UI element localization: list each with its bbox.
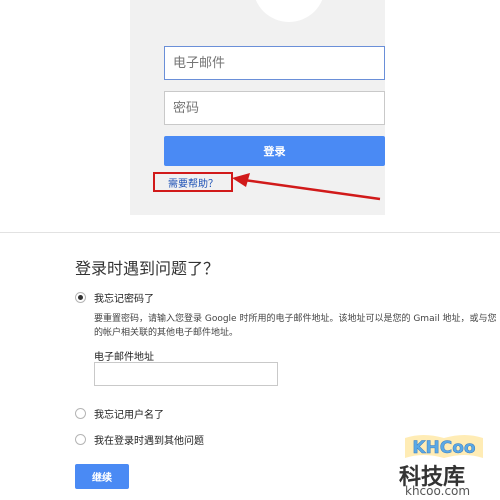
email-field[interactable] xyxy=(164,46,385,80)
red-arrow-icon xyxy=(232,173,381,201)
password-field[interactable] xyxy=(164,91,385,125)
section-divider xyxy=(0,232,500,233)
radio-forgot-username[interactable] xyxy=(75,408,86,419)
instructions-text: 要重置密码，请输入您登录 Google 时所用的电子邮件地址。该地址可以是您的 … xyxy=(94,314,497,338)
recovery-email-input[interactable] xyxy=(94,362,278,386)
khcoo-logo-icon: KHCoo xyxy=(405,435,483,458)
avatar xyxy=(253,0,325,22)
signin-button[interactable]: 登录 xyxy=(164,136,385,166)
option-label-forgot-password: 我忘记密码了 xyxy=(94,294,154,305)
svg-text:KHCoo: KHCoo xyxy=(412,438,475,458)
watermark-site: khcoo.com xyxy=(405,484,471,498)
radio-other-problem[interactable] xyxy=(75,434,86,445)
option-label-other-problem: 我在登录时遇到其他问题 xyxy=(94,436,204,447)
login-panel: 登录 需要帮助？ xyxy=(130,0,385,215)
continue-button[interactable]: 继续 xyxy=(75,464,129,489)
need-help-link[interactable]: 需要帮助？ xyxy=(168,175,218,190)
email-address-label: 电子邮件地址 xyxy=(94,352,154,363)
page-title: 登录时遇到问题了？ xyxy=(75,259,220,278)
option-label-forgot-username: 我忘记用户名了 xyxy=(94,410,164,421)
radio-forgot-password[interactable] xyxy=(75,292,86,303)
help-highlight-box: 需要帮助？ xyxy=(153,172,233,192)
